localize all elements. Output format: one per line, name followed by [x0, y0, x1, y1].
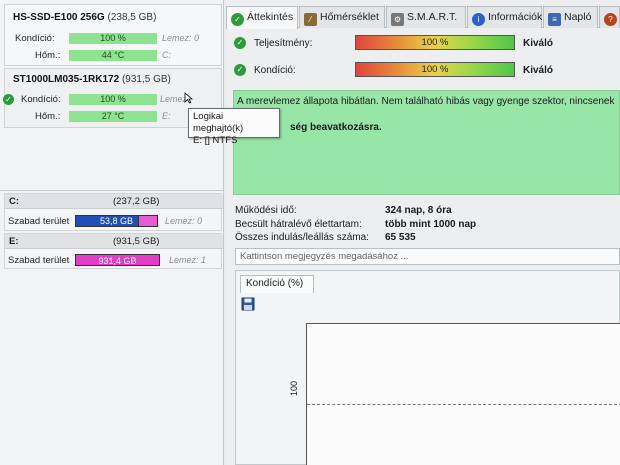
- tooltip-line-2: E: [] NTFS: [193, 135, 238, 146]
- condition-value: 100 %: [69, 33, 157, 44]
- check-icon: ✓: [3, 94, 14, 105]
- drive-letter-label: C:: [162, 50, 171, 60]
- message-line-2: ség beavatkozásra.: [290, 122, 382, 133]
- uptime-value: 324 nap, 8 óra: [385, 205, 452, 216]
- check-icon: ✓: [234, 37, 246, 49]
- condition-rating: Kiváló: [523, 65, 554, 76]
- disk-size: (931,5 GB): [121, 74, 171, 85]
- volume-disk-label: Lemez: 1: [169, 255, 207, 265]
- uptime-label: Működési idő:: [235, 205, 297, 216]
- temperature-value: 27 °C: [69, 111, 157, 122]
- y-tick-label: 100: [289, 380, 299, 396]
- status-message: A merevlemez állapota hibátlan. Nem talá…: [233, 90, 620, 195]
- note-input[interactable]: Kattintson megjegyzés megadásához ...: [235, 248, 620, 265]
- free-space-value: 53,8 GB: [99, 216, 134, 226]
- tab-label: Napló: [564, 11, 592, 23]
- tab-extra[interactable]: ?: [599, 6, 620, 28]
- tab-temperature[interactable]: ⁄ Hőmérséklet: [299, 6, 385, 28]
- tab-overview[interactable]: ✓ Áttekintés: [226, 6, 298, 29]
- tab-log[interactable]: ≡ Napló: [543, 6, 598, 28]
- volume-letter: E:: [9, 236, 19, 247]
- performance-rating: Kiváló: [523, 38, 554, 49]
- power-cycles-value: 65 535: [385, 232, 416, 243]
- free-space-label: Szabad terület: [8, 255, 70, 266]
- temperature-label: Hőm.:: [35, 50, 61, 61]
- condition-value: 100 %: [69, 94, 157, 105]
- disk-title: HS-SSD-E100 256G (238,5 GB): [13, 12, 156, 23]
- tooltip-line-1: Logikai meghajtó(k): [193, 111, 244, 134]
- log-icon: ≡: [548, 13, 561, 26]
- disk-name: ST1000LM035-1RK172: [13, 74, 120, 85]
- tab-information[interactable]: i Információk: [467, 6, 542, 28]
- chart-plot-area: [306, 323, 620, 465]
- mouse-cursor-icon: [184, 92, 194, 104]
- drive-letter-label: E:: [162, 111, 171, 121]
- gridline-100: [307, 404, 620, 405]
- check-icon: ✓: [231, 13, 244, 26]
- divider: [0, 190, 224, 191]
- disk-size: (238,5 GB): [107, 12, 157, 23]
- volume-header: C: (237,2 GB): [5, 194, 223, 209]
- free-space-value: 931,4 GB: [75, 254, 160, 266]
- chart-tab-condition[interactable]: Kondíció (%): [240, 275, 314, 293]
- volume-size: (931,5 GB): [113, 236, 160, 247]
- tab-label: Hőmérséklet: [320, 11, 379, 23]
- tab-bar: ✓ Áttekintés ⁄ Hőmérséklet ⚙ S.M.A.R.T. i In…: [226, 4, 620, 29]
- disk-list-panel: HS-SSD-E100 256G (238,5 GB) Kondíció: 10…: [0, 0, 224, 465]
- performance-bar: 100 %: [355, 35, 515, 50]
- check-icon: ✓: [234, 64, 246, 76]
- volume-item-c[interactable]: C: (237,2 GB) Szabad terület 53,8 GB Lem…: [4, 193, 223, 231]
- disk-index-label: Lemez: 0: [162, 33, 200, 43]
- temperature-label: Hőm.:: [35, 111, 61, 122]
- temperature-value: 44 °C: [69, 50, 157, 61]
- lifetime-label: Becsült hátralévő élettartam:: [235, 219, 362, 230]
- volume-size: (237,2 GB): [113, 196, 160, 207]
- message-line-1: A merevlemez állapota hibátlan. Nem talá…: [237, 96, 615, 107]
- help-icon: ?: [604, 13, 617, 26]
- tab-label: S.M.A.R.T.: [407, 11, 458, 23]
- volume-item-e[interactable]: E: (931,5 GB) Szabad terület 931,4 GB Le…: [4, 233, 223, 269]
- details-panel: ✓ Áttekintés ⁄ Hőmérséklet ⚙ S.M.A.R.T. i In…: [226, 0, 620, 465]
- free-space-bar: 53,8 GB: [75, 215, 158, 227]
- disk-item-ssd[interactable]: HS-SSD-E100 256G (238,5 GB) Kondíció: 10…: [4, 4, 222, 66]
- tooltip: Logikai meghajtó(k) E: [] NTFS: [188, 108, 280, 146]
- condition-bar: 100 %: [355, 62, 515, 77]
- condition-chart-panel: Kondíció (%) 100: [235, 270, 620, 465]
- volume-disk-label: Lemez: 0: [165, 216, 203, 226]
- thermometer-icon: ⁄: [304, 13, 317, 26]
- volume-header: E: (931,5 GB): [5, 234, 223, 249]
- save-icon[interactable]: [241, 297, 255, 311]
- tab-smart[interactable]: ⚙ S.M.A.R.T.: [386, 6, 466, 28]
- volume-letter: C:: [9, 196, 20, 207]
- tab-label: Áttekintés: [247, 11, 294, 23]
- tab-label: Információk: [488, 11, 543, 23]
- performance-label: Teljesítmény:: [254, 38, 313, 49]
- info-icon: i: [472, 13, 485, 26]
- power-cycles-label: Összes indulás/leállás száma:: [235, 232, 369, 243]
- disk-title: ST1000LM035-1RK172 (931,5 GB): [13, 74, 171, 85]
- condition-label: Kondíció:: [254, 65, 296, 76]
- smart-icon: ⚙: [391, 13, 404, 26]
- disk-index-label: Lemez: [160, 94, 188, 104]
- disk-name: HS-SSD-E100 256G: [13, 12, 105, 23]
- free-space-label: Szabad terület: [8, 216, 70, 227]
- condition-label: Kondíció:: [15, 33, 55, 44]
- condition-label: Kondíció:: [21, 94, 61, 105]
- lifetime-value: több mint 1000 nap: [385, 219, 477, 230]
